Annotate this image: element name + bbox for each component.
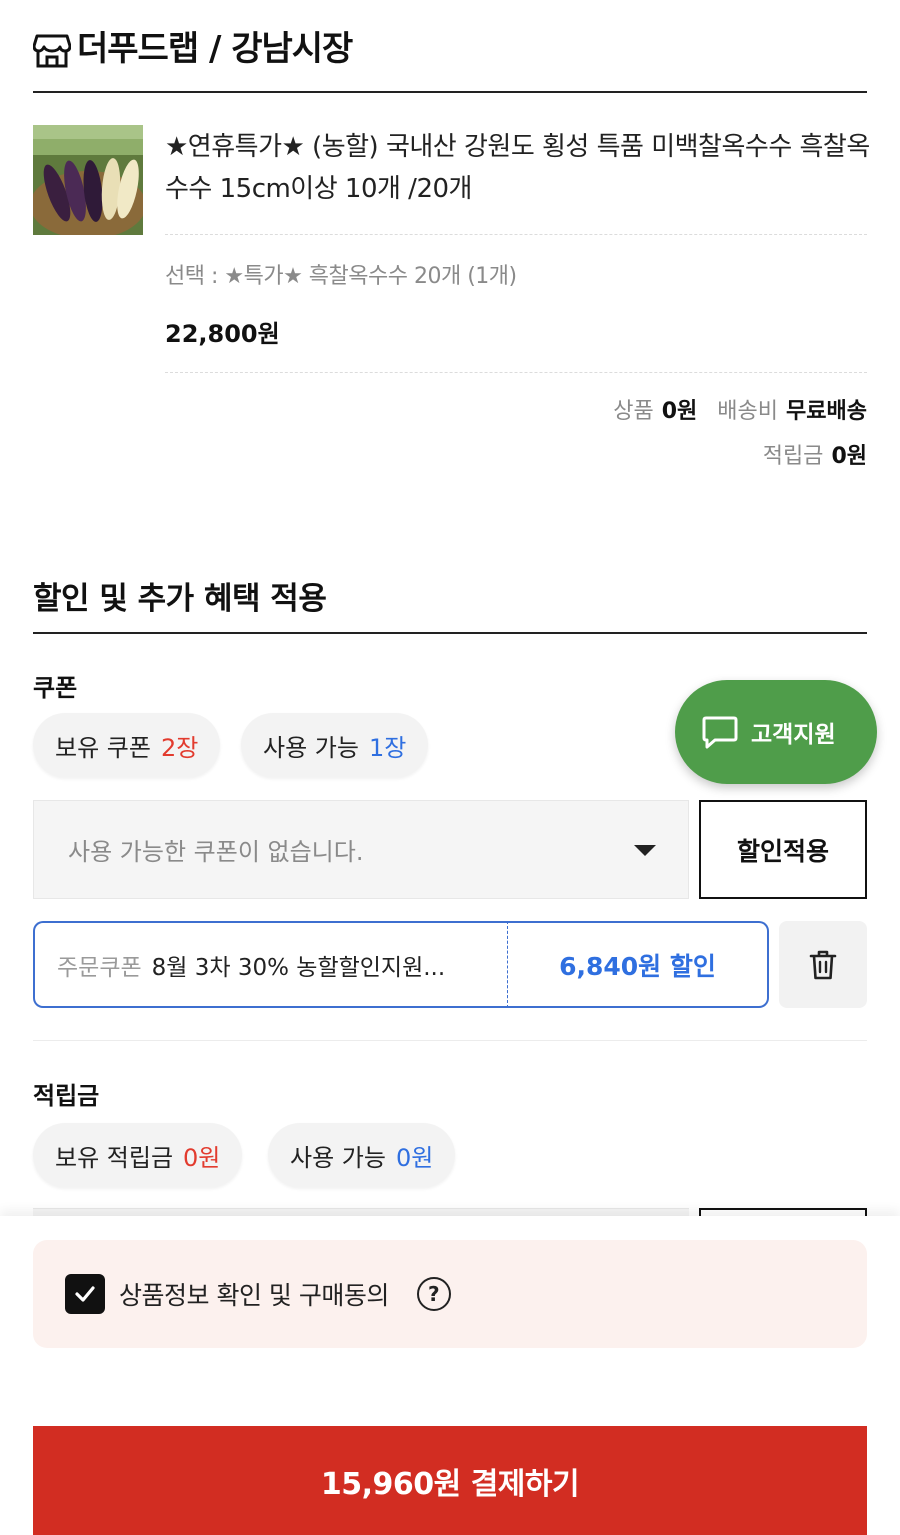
owned-points-badge: 보유 적립금 0원 <box>33 1123 243 1187</box>
corn-image <box>33 125 143 235</box>
points-summary: 적립금 0원 <box>763 438 867 470</box>
purchase-agreement[interactable]: 상품정보 확인 및 구매동의 ? <box>33 1240 867 1348</box>
product-option: 선택 : ★특가★ 흑찰옥수수 20개 (1개) <box>165 264 517 289</box>
delete-coupon-button[interactable] <box>779 921 867 1008</box>
pay-button[interactable]: 15,960원 결제하기 <box>33 1426 867 1535</box>
customer-support-button[interactable]: 고객지원 <box>675 680 877 784</box>
coupon-type-tag: 주문쿠폰 <box>57 954 142 981</box>
product-thumbnail[interactable] <box>33 125 143 235</box>
agreement-text: 상품정보 확인 및 구매동의 <box>119 1281 389 1310</box>
divider <box>33 1040 867 1041</box>
owned-coupon-badge: 보유 쿠폰 2장 <box>33 713 221 777</box>
product-name[interactable]: ★연휴특가★ (농할) 국내산 강원도 횡성 특품 미백찰옥수수 흑찰옥수수 1… <box>165 126 870 210</box>
owned-points-label: 보유 적립금 <box>55 1143 174 1172</box>
shipping-value: 무료배송 <box>786 399 867 424</box>
coupon-discount-amount: 6,840원 할인 <box>507 921 769 1008</box>
agreement-checkbox[interactable] <box>65 1274 105 1314</box>
owned-coupon-count: 2장 <box>160 733 199 762</box>
store-icon <box>33 34 71 68</box>
owned-points-value: 0원 <box>183 1143 221 1172</box>
applied-coupon: 주문쿠폰 8월 3차 30% 농할할인지원... <box>33 921 508 1008</box>
usable-points-value: 0원 <box>395 1143 434 1172</box>
chat-icon <box>702 716 738 749</box>
usable-points-label: 사용 가능 <box>290 1143 386 1172</box>
trash-icon <box>809 950 837 979</box>
check-icon <box>75 1286 95 1302</box>
store-title[interactable]: 더푸드랩 / 강남시장 <box>77 22 353 76</box>
points-earn-value: 0원 <box>831 444 867 469</box>
divider <box>165 372 867 373</box>
product-total-value: 0원 <box>661 399 698 424</box>
caret-down-icon <box>634 845 656 856</box>
checkout-bar: 상품정보 확인 및 구매동의 ? 15,960원 결제하기 <box>0 1216 900 1535</box>
points-label: 적립금 <box>33 1082 100 1110</box>
support-label: 고객지원 <box>751 722 836 748</box>
product-total-label: 상품 <box>613 399 654 424</box>
shipping-label: 배송비 <box>717 399 779 424</box>
usable-coupon-count: 1장 <box>368 733 407 762</box>
coupon-name: 8월 3차 30% 농할할인지원... <box>151 954 446 981</box>
coupon-select-placeholder: 사용 가능한 쿠폰이 없습니다. <box>68 838 364 866</box>
apply-discount-button[interactable]: 할인적용 <box>699 800 867 899</box>
coupon-select[interactable]: 사용 가능한 쿠폰이 없습니다. <box>33 800 689 899</box>
product-price: 22,800원 <box>165 320 280 348</box>
usable-coupon-badge: 사용 가능 1장 <box>241 713 429 777</box>
order-summary: 상품 0원 배송비 무료배송 <box>613 393 867 425</box>
coupon-label: 쿠폰 <box>33 674 78 702</box>
points-earn-label: 적립금 <box>762 444 824 469</box>
store-header: 더푸드랩 / 강남시장 <box>33 22 867 93</box>
usable-points-badge: 사용 가능 0원 <box>268 1123 456 1187</box>
help-icon[interactable]: ? <box>416 1277 451 1311</box>
owned-coupon-label: 보유 쿠폰 <box>55 733 151 762</box>
usable-coupon-label: 사용 가능 <box>263 733 359 762</box>
benefits-section-title: 할인 및 추가 혜택 적용 <box>33 555 867 634</box>
divider <box>165 234 867 235</box>
